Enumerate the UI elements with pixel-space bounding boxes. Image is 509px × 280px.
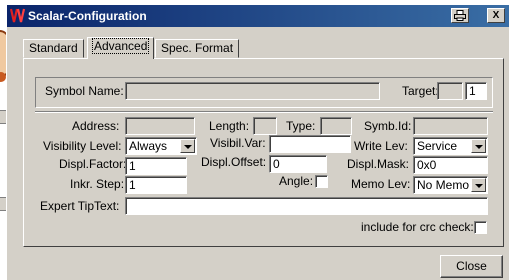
close-icon: X [492, 10, 500, 21]
separator [35, 111, 493, 113]
tab-advanced[interactable]: Advanced [87, 37, 155, 59]
chevron-down-icon[interactable] [180, 139, 195, 153]
crc-check-label: include for crc check: [361, 220, 474, 234]
write-lev-label: Write Lev: [354, 139, 408, 153]
expert-tiptext-field[interactable] [125, 197, 488, 215]
app-logo-icon [10, 8, 26, 23]
memo-lev-label: Memo Lev: [351, 177, 411, 191]
displ-factor-label: Displ.Factor: [59, 157, 127, 171]
write-lev-select[interactable]: Service [413, 137, 488, 155]
visibil-var-field[interactable] [269, 135, 351, 153]
tab-spec-format[interactable]: Spec. Format [155, 39, 240, 58]
displ-mask-label: Displ.Mask: [347, 157, 410, 171]
length-field[interactable] [253, 117, 277, 135]
memo-lev-value: No Memo [417, 178, 470, 192]
displ-factor-field[interactable]: 1 [125, 157, 187, 175]
visibil-var-label: Visibil.Var: [210, 136, 266, 150]
memo-lev-select[interactable]: No Memo [413, 176, 488, 194]
inkr-step-field[interactable]: 1 [125, 176, 187, 194]
angle-checkbox[interactable] [315, 175, 328, 188]
expert-tiptext-label: Expert TipText: [40, 199, 120, 213]
symbid-label: Symb.Id: [364, 119, 412, 133]
angle-label: Angle: [279, 174, 314, 188]
symbol-name-field[interactable] [125, 82, 380, 100]
type-label: Type: [286, 119, 316, 133]
close-window-button[interactable]: X [487, 8, 505, 23]
symbol-name-label: Symbol Name: [45, 84, 124, 98]
visibility-level-value: Always [129, 139, 168, 153]
close-button[interactable]: Close [440, 255, 503, 278]
displ-offset-label: Displ.Offset: [201, 155, 267, 169]
write-lev-value: Service [417, 139, 458, 153]
print-button[interactable] [451, 8, 469, 23]
displ-mask-field[interactable]: 0x0 [413, 156, 488, 174]
target-field-1[interactable] [437, 82, 463, 100]
target-label: Target: [402, 84, 439, 98]
chevron-down-icon[interactable] [471, 178, 486, 192]
target-field-2[interactable]: 1 [465, 82, 487, 100]
scalar-configuration-dialog: Scalar-Configuration X Standard Advanced… [6, 4, 509, 280]
tab-standard[interactable]: Standard [23, 39, 84, 58]
chevron-down-icon[interactable] [471, 139, 486, 153]
inkr-step-label: Inkr. Step: [70, 177, 125, 191]
type-field[interactable] [320, 117, 352, 135]
symbid-field[interactable] [413, 117, 488, 135]
displ-offset-field[interactable]: 0 [269, 155, 327, 173]
window-title: Scalar-Configuration [28, 9, 147, 23]
visibility-level-label: Visibility Level: [43, 139, 122, 153]
title-bar[interactable]: Scalar-Configuration X [7, 5, 509, 27]
printer-icon [454, 10, 466, 21]
address-field[interactable] [125, 117, 195, 135]
address-label: Address: [72, 119, 120, 133]
visibility-level-select[interactable]: Always [125, 137, 197, 155]
length-label: Length: [209, 119, 250, 133]
crc-check-checkbox[interactable] [474, 221, 487, 234]
